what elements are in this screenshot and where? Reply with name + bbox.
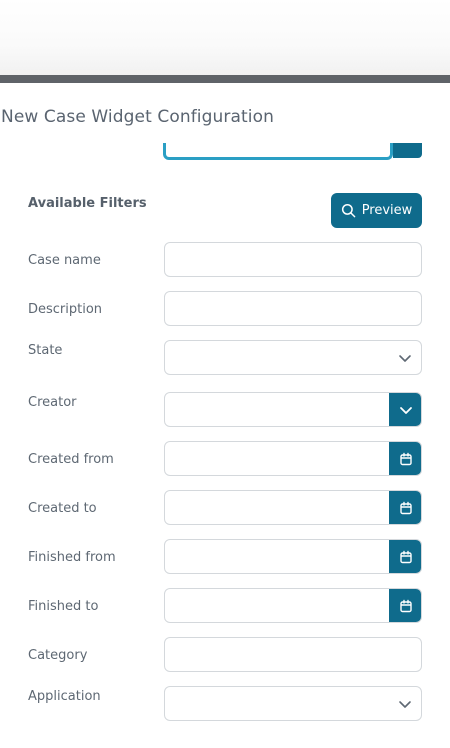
case-name-input[interactable] <box>164 242 422 277</box>
label-application: Application <box>28 689 101 704</box>
creator-dropdown-button[interactable] <box>389 393 421 426</box>
finished-to-calendar-button[interactable] <box>389 589 421 622</box>
dialog-top-bar <box>0 75 450 83</box>
chevron-down-icon <box>399 355 411 362</box>
label-created-from: Created from <box>28 452 114 467</box>
widget-config-dialog: New Case Widget Configuration Available … <box>0 83 450 748</box>
section-title: Available Filters <box>28 196 147 211</box>
finished-to-date-input[interactable] <box>164 588 422 623</box>
creator-select[interactable] <box>164 392 422 427</box>
backdrop-fade <box>0 0 450 75</box>
label-description: Description <box>28 302 103 317</box>
calendar-icon <box>399 599 412 612</box>
label-category: Category <box>28 648 88 663</box>
dialog-title: New Case Widget Configuration <box>1 107 274 127</box>
created-to-date-input[interactable] <box>164 490 422 525</box>
label-created-to: Created to <box>28 501 97 516</box>
created-from-date-input[interactable] <box>164 441 422 476</box>
chevron-down-icon <box>399 701 411 708</box>
previous-field-partial[interactable] <box>163 143 393 160</box>
created-to-calendar-button[interactable] <box>389 491 421 524</box>
label-state: State <box>28 343 63 358</box>
chevron-down-icon <box>399 406 412 414</box>
label-creator: Creator <box>28 395 77 410</box>
calendar-icon <box>399 550 412 563</box>
preview-button[interactable]: Preview <box>331 193 422 228</box>
previous-field-button-partial[interactable] <box>393 143 422 158</box>
finished-from-calendar-button[interactable] <box>389 540 421 573</box>
description-input[interactable] <box>164 291 422 326</box>
label-finished-to: Finished to <box>28 599 99 614</box>
application-select[interactable] <box>164 686 422 721</box>
preview-button-label: Preview <box>361 203 413 218</box>
label-case-name: Case name <box>28 253 101 268</box>
search-icon <box>341 203 356 218</box>
calendar-icon <box>399 452 412 465</box>
created-from-calendar-button[interactable] <box>389 442 421 475</box>
calendar-icon <box>399 501 412 514</box>
finished-from-date-input[interactable] <box>164 539 422 574</box>
category-input[interactable] <box>164 637 422 672</box>
label-finished-from: Finished from <box>28 550 116 565</box>
state-select[interactable] <box>164 340 422 375</box>
